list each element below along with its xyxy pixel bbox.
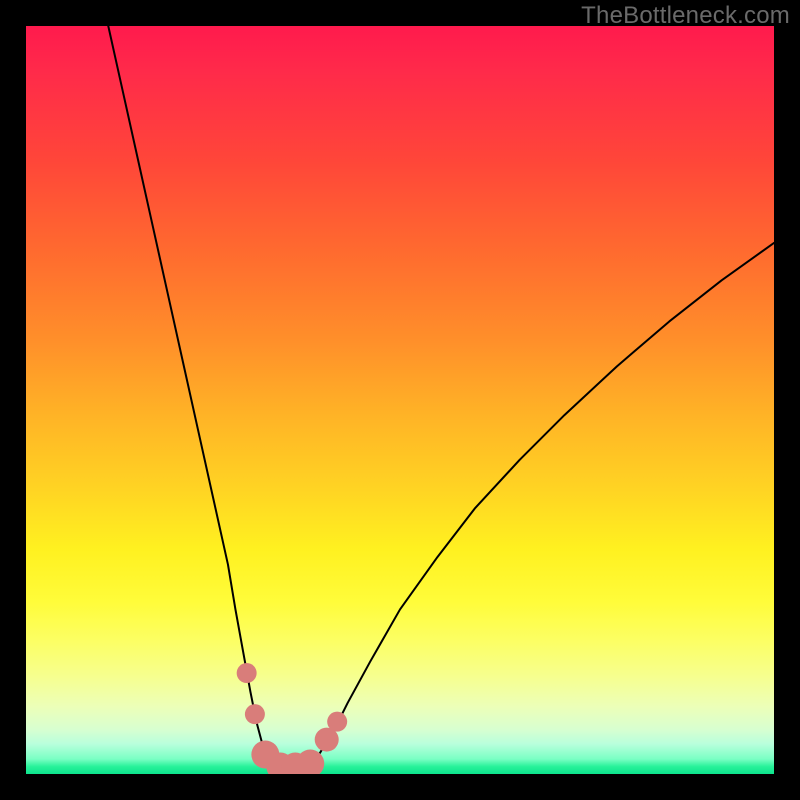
valley-marker <box>327 712 347 732</box>
plot-area <box>26 26 774 774</box>
curve-layer <box>26 26 774 774</box>
valley-marker <box>237 663 257 683</box>
watermark-text: TheBottleneck.com <box>581 2 790 30</box>
valley-marker <box>245 704 265 724</box>
chart-frame: TheBottleneck.com <box>0 0 800 800</box>
bottleneck-curve-path <box>108 26 774 768</box>
marker-group <box>237 663 348 774</box>
bottleneck-curve <box>108 26 774 768</box>
